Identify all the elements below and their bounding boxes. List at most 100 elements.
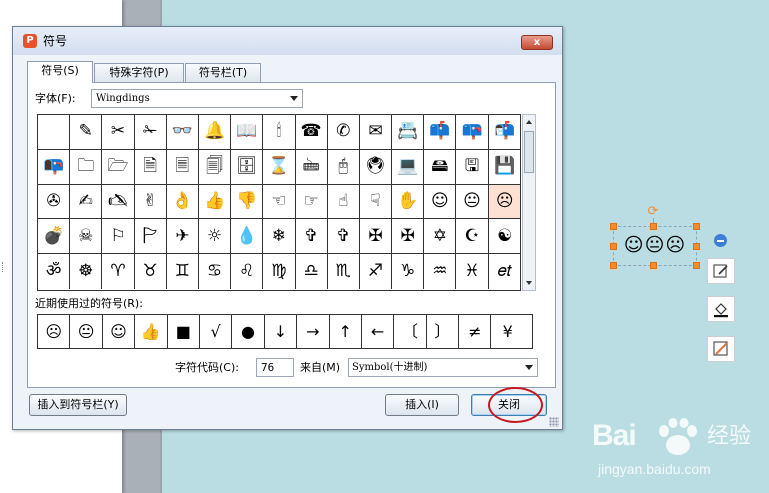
- symbol-cell[interactable]: [38, 115, 71, 150]
- symbol-cell[interactable]: ♒: [424, 254, 457, 289]
- symbol-cell[interactable]: 👌: [166, 184, 199, 220]
- symbol-cell[interactable]: 📬: [488, 115, 520, 150]
- font-dropdown[interactable]: Wingdings: [91, 89, 303, 108]
- tab-special-chars[interactable]: 特殊字符(P): [94, 63, 184, 82]
- symbol-cell[interactable]: 🖫: [456, 149, 489, 185]
- recent-symbol-cell[interactable]: ●: [232, 315, 265, 348]
- dialog-close-icon[interactable]: x: [521, 35, 553, 50]
- symbol-cell[interactable]: 🖲: [359, 149, 393, 185]
- symbol-cell[interactable]: ✁: [134, 115, 167, 150]
- symbol-cell[interactable]: ✌: [134, 184, 167, 220]
- shape-style-button[interactable]: [707, 258, 735, 284]
- insert-button[interactable]: 插入(I): [385, 394, 459, 416]
- resize-handle[interactable]: [610, 262, 617, 269]
- symbol-cell[interactable]: 🗏: [166, 149, 199, 185]
- shape-outline-button[interactable]: [707, 336, 735, 362]
- symbol-cell[interactable]: ♌: [231, 254, 264, 289]
- symbol-cell[interactable]: 🗄: [231, 149, 264, 185]
- symbol-cell[interactable]: ♓: [456, 254, 489, 289]
- recent-symbol-cell[interactable]: ☺: [103, 315, 136, 348]
- symbol-cell[interactable]: ⌛: [263, 149, 296, 185]
- symbol-cell[interactable]: ✈: [166, 219, 199, 255]
- symbol-cell[interactable]: 💧: [231, 219, 264, 255]
- from-dropdown[interactable]: Symbol(十进制): [348, 358, 538, 377]
- symbol-cell[interactable]: 🕯: [263, 115, 296, 150]
- symbol-cell[interactable]: ♏: [328, 254, 360, 289]
- symbol-cell[interactable]: ♉: [135, 254, 167, 289]
- symbol-cell[interactable]: ☜: [263, 184, 296, 220]
- symbol-cell[interactable]: 👓: [166, 115, 199, 150]
- shape-fill-button[interactable]: [707, 296, 735, 322]
- symbol-cell[interactable]: 📭: [38, 149, 71, 185]
- recent-symbol-cell[interactable]: ←: [362, 315, 395, 348]
- symbol-cell[interactable]: ♈: [102, 254, 135, 289]
- symbol-cell[interactable]: 📇: [392, 115, 425, 150]
- symbol-cell[interactable]: 🖎: [102, 184, 135, 220]
- symbol-cell[interactable]: 🖮: [295, 149, 328, 185]
- symbol-cell[interactable]: ♎: [296, 254, 328, 289]
- symbol-cell[interactable]: ☟: [359, 184, 393, 220]
- resize-handle[interactable]: [693, 262, 700, 269]
- resize-handle[interactable]: [610, 243, 617, 250]
- symbol-cell[interactable]: ⚐: [102, 219, 135, 255]
- symbol-cell[interactable]: ✆: [327, 115, 360, 150]
- symbol-cell[interactable]: 💾: [488, 150, 520, 185]
- recent-symbol-cell[interactable]: √: [200, 315, 233, 348]
- symbol-cell[interactable]: ✂: [102, 115, 135, 150]
- symbol-cell[interactable]: ❄: [263, 219, 296, 255]
- collapse-icon[interactable]: [714, 234, 727, 247]
- symbol-cell[interactable]: ♐: [360, 254, 393, 289]
- symbol-cell[interactable]: 🖰: [327, 149, 360, 185]
- scroll-down-icon[interactable]: [526, 281, 532, 285]
- recent-symbol-cell[interactable]: 👍: [135, 315, 168, 348]
- symbol-cell[interactable]: ✉: [359, 115, 393, 150]
- char-code-input[interactable]: 76: [256, 358, 294, 377]
- insert-to-symbol-bar-button[interactable]: 插入到符号栏(Y): [29, 394, 127, 416]
- symbol-cell[interactable]: 𝑒𝑡: [489, 254, 520, 289]
- resize-grip[interactable]: [549, 417, 559, 427]
- recent-symbol-cell[interactable]: 〔: [394, 315, 427, 348]
- recent-symbol-cell[interactable]: ☹: [38, 315, 71, 348]
- tab-symbol-bar[interactable]: 符号栏(T): [185, 63, 261, 82]
- recent-symbol-cell[interactable]: 😐: [70, 315, 103, 348]
- resize-handle[interactable]: [610, 223, 617, 230]
- symbol-cell[interactable]: 📖: [231, 115, 264, 150]
- symbol-cell[interactable]: 🗁: [102, 149, 135, 185]
- symbol-cell[interactable]: 📫: [424, 115, 457, 150]
- symbol-cell[interactable]: 🏱: [134, 219, 167, 255]
- symbol-cell[interactable]: ॐ: [38, 254, 71, 289]
- symbol-cell[interactable]: 🔔: [198, 115, 232, 150]
- symbol-cell[interactable]: ♑: [392, 254, 425, 289]
- recent-symbol-cell[interactable]: 〕: [427, 315, 460, 348]
- symbol-cell[interactable]: ☯: [488, 219, 520, 255]
- recent-symbol-cell[interactable]: ¥: [491, 315, 523, 348]
- symbol-cell[interactable]: ☸: [70, 254, 103, 289]
- symbol-cell[interactable]: ☺: [424, 184, 457, 220]
- symbol-cell[interactable]: 🗎: [134, 149, 167, 185]
- recent-symbol-cell[interactable]: ■: [168, 315, 200, 348]
- symbol-cell[interactable]: ☎: [295, 115, 328, 150]
- symbol-cell[interactable]: 💣: [38, 219, 71, 255]
- scroll-thumb[interactable]: [524, 131, 534, 173]
- symbol-cell[interactable]: ☠: [70, 219, 103, 255]
- symbol-cell[interactable]: ☼: [198, 219, 232, 255]
- symbol-cell[interactable]: 🗀: [70, 149, 103, 185]
- resize-handle[interactable]: [650, 262, 657, 269]
- symbol-cell[interactable]: ✡: [424, 219, 457, 255]
- symbol-cell[interactable]: 💻: [392, 149, 425, 185]
- symbol-grid-scrollbar[interactable]: [522, 114, 536, 291]
- rotate-handle-icon[interactable]: ⟳: [646, 205, 660, 219]
- symbol-cell[interactable]: ☞: [295, 184, 328, 220]
- recent-symbol-cell[interactable]: ↓: [265, 315, 298, 348]
- recent-symbol-cell[interactable]: ≠: [459, 315, 492, 348]
- symbol-cell[interactable]: 👎: [231, 184, 264, 220]
- symbol-cell[interactable]: 👍: [198, 184, 232, 220]
- symbol-cell[interactable]: 🗐: [198, 149, 232, 185]
- symbol-cell[interactable]: ☪: [456, 219, 489, 255]
- symbol-cell[interactable]: ✇: [38, 184, 71, 220]
- dialog-titlebar[interactable]: P 符号 x: [13, 27, 562, 55]
- symbol-cell[interactable]: 🖴: [424, 149, 457, 185]
- recent-symbol-cell[interactable]: →: [297, 315, 330, 348]
- symbol-cell[interactable]: ✋: [392, 184, 425, 220]
- symbol-cell[interactable]: ✠: [392, 219, 425, 255]
